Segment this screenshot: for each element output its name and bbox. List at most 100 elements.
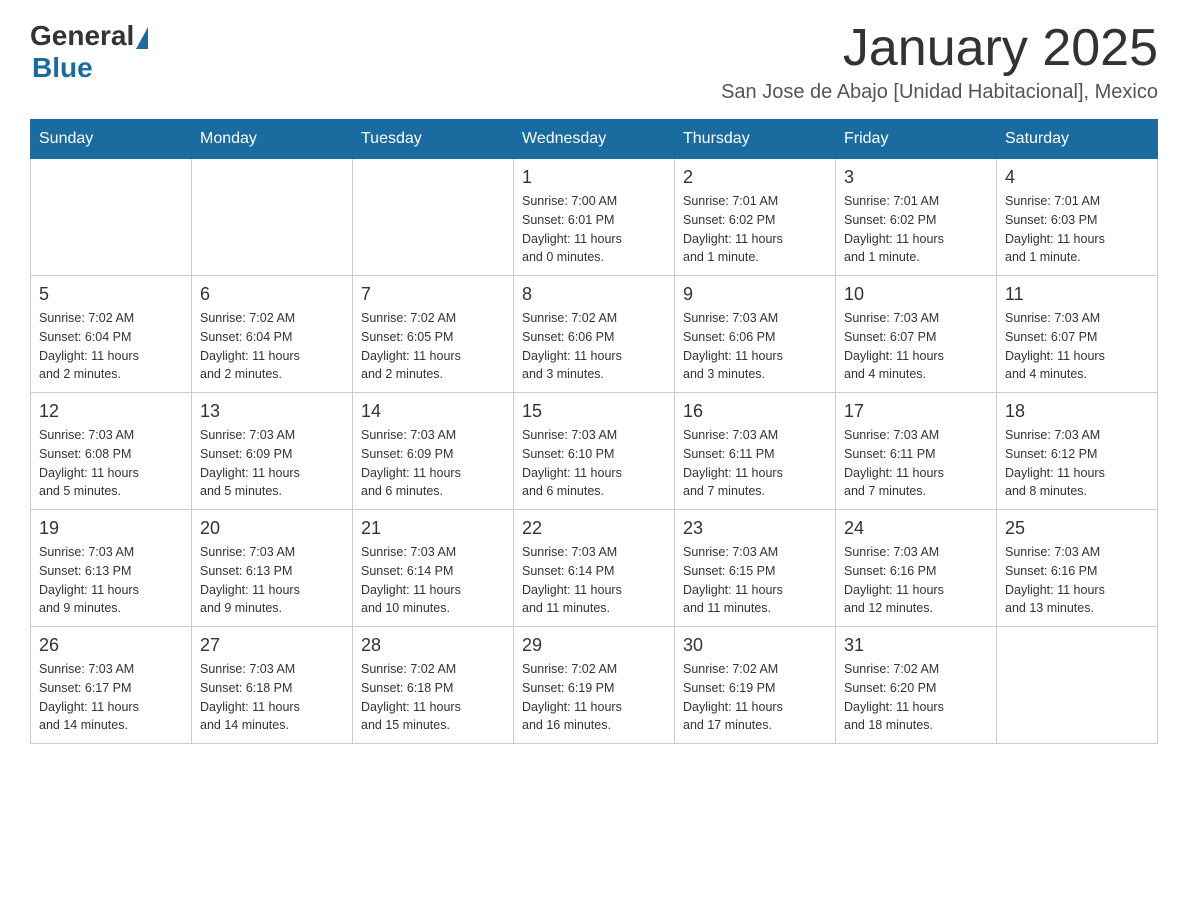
- day-number: 25: [1005, 518, 1149, 539]
- day-info: Sunrise: 7:03 AM Sunset: 6:07 PM Dayligh…: [844, 309, 988, 384]
- column-header-thursday: Thursday: [675, 120, 836, 159]
- page-header: General Blue January 2025 San Jose de Ab…: [30, 20, 1158, 104]
- day-info: Sunrise: 7:02 AM Sunset: 6:19 PM Dayligh…: [683, 660, 827, 735]
- calendar-cell: 15 Sunrise: 7:03 AM Sunset: 6:10 PM Dayli…: [514, 393, 675, 510]
- calendar-cell: [997, 627, 1158, 744]
- logo-triangle-icon: [136, 27, 148, 49]
- day-number: 30: [683, 635, 827, 656]
- day-info: Sunrise: 7:03 AM Sunset: 6:12 PM Dayligh…: [1005, 426, 1149, 501]
- day-info: Sunrise: 7:02 AM Sunset: 6:04 PM Dayligh…: [200, 309, 344, 384]
- day-info: Sunrise: 7:02 AM Sunset: 6:20 PM Dayligh…: [844, 660, 988, 735]
- column-header-friday: Friday: [836, 120, 997, 159]
- day-info: Sunrise: 7:03 AM Sunset: 6:13 PM Dayligh…: [200, 543, 344, 618]
- day-number: 9: [683, 284, 827, 305]
- month-title: January 2025: [721, 20, 1158, 77]
- calendar-cell: 9 Sunrise: 7:03 AM Sunset: 6:06 PM Daylig…: [675, 276, 836, 393]
- calendar-cell: 5 Sunrise: 7:02 AM Sunset: 6:04 PM Daylig…: [31, 276, 192, 393]
- day-number: 1: [522, 167, 666, 188]
- day-number: 14: [361, 401, 505, 422]
- day-number: 6: [200, 284, 344, 305]
- day-number: 11: [1005, 284, 1149, 305]
- day-info: Sunrise: 7:01 AM Sunset: 6:03 PM Dayligh…: [1005, 192, 1149, 267]
- calendar-cell: 21Sunrise: 7:03 AM Sunset: 6:14 PM Dayli…: [353, 510, 514, 627]
- calendar-cell: 11 Sunrise: 7:03 AM Sunset: 6:07 PM Dayli…: [997, 276, 1158, 393]
- day-info: Sunrise: 7:03 AM Sunset: 6:16 PM Dayligh…: [844, 543, 988, 618]
- day-number: 2: [683, 167, 827, 188]
- calendar-week-row: 5 Sunrise: 7:02 AM Sunset: 6:04 PM Daylig…: [31, 276, 1158, 393]
- day-number: 20: [200, 518, 344, 539]
- calendar-cell: 6 Sunrise: 7:02 AM Sunset: 6:04 PM Daylig…: [192, 276, 353, 393]
- column-header-monday: Monday: [192, 120, 353, 159]
- day-info: Sunrise: 7:02 AM Sunset: 6:05 PM Dayligh…: [361, 309, 505, 384]
- calendar-cell: 27 Sunrise: 7:03 AM Sunset: 6:18 PM Dayli…: [192, 627, 353, 744]
- day-number: 23: [683, 518, 827, 539]
- calendar-cell: 14 Sunrise: 7:03 AM Sunset: 6:09 PM Dayli…: [353, 393, 514, 510]
- day-info: Sunrise: 7:02 AM Sunset: 6:19 PM Dayligh…: [522, 660, 666, 735]
- day-info: Sunrise: 7:03 AM Sunset: 6:14 PM Dayligh…: [361, 543, 505, 618]
- day-info: Sunrise: 7:03 AM Sunset: 6:07 PM Dayligh…: [1005, 309, 1149, 384]
- logo: General Blue: [30, 20, 148, 84]
- calendar-cell: 3 Sunrise: 7:01 AM Sunset: 6:02 PM Daylig…: [836, 159, 997, 276]
- calendar-cell: 31Sunrise: 7:02 AM Sunset: 6:20 PM Dayli…: [836, 627, 997, 744]
- column-header-sunday: Sunday: [31, 120, 192, 159]
- day-info: Sunrise: 7:03 AM Sunset: 6:13 PM Dayligh…: [39, 543, 183, 618]
- calendar-week-row: 19 Sunrise: 7:03 AM Sunset: 6:13 PM Dayli…: [31, 510, 1158, 627]
- calendar-cell: 17 Sunrise: 7:03 AM Sunset: 6:11 PM Dayli…: [836, 393, 997, 510]
- calendar-cell: 22 Sunrise: 7:03 AM Sunset: 6:14 PM Dayli…: [514, 510, 675, 627]
- calendar-cell: [353, 159, 514, 276]
- day-info: Sunrise: 7:01 AM Sunset: 6:02 PM Dayligh…: [844, 192, 988, 267]
- day-number: 12: [39, 401, 183, 422]
- calendar-cell: 19 Sunrise: 7:03 AM Sunset: 6:13 PM Dayli…: [31, 510, 192, 627]
- calendar-cell: 7 Sunrise: 7:02 AM Sunset: 6:05 PM Daylig…: [353, 276, 514, 393]
- calendar-week-row: 12 Sunrise: 7:03 AM Sunset: 6:08 PM Dayli…: [31, 393, 1158, 510]
- day-number: 27: [200, 635, 344, 656]
- day-number: 16: [683, 401, 827, 422]
- calendar-cell: 16 Sunrise: 7:03 AM Sunset: 6:11 PM Dayli…: [675, 393, 836, 510]
- day-info: Sunrise: 7:02 AM Sunset: 6:04 PM Dayligh…: [39, 309, 183, 384]
- column-header-tuesday: Tuesday: [353, 120, 514, 159]
- day-info: Sunrise: 7:03 AM Sunset: 6:08 PM Dayligh…: [39, 426, 183, 501]
- day-info: Sunrise: 7:02 AM Sunset: 6:18 PM Dayligh…: [361, 660, 505, 735]
- day-number: 4: [1005, 167, 1149, 188]
- day-info: Sunrise: 7:03 AM Sunset: 6:17 PM Dayligh…: [39, 660, 183, 735]
- calendar-cell: 1 Sunrise: 7:00 AM Sunset: 6:01 PM Daylig…: [514, 159, 675, 276]
- column-header-saturday: Saturday: [997, 120, 1158, 159]
- logo-blue-text: Blue: [32, 52, 93, 84]
- day-info: Sunrise: 7:03 AM Sunset: 6:18 PM Dayligh…: [200, 660, 344, 735]
- logo-general-text: General: [30, 20, 134, 52]
- title-section: January 2025 San Jose de Abajo [Unidad H…: [721, 20, 1158, 104]
- calendar-cell: 30 Sunrise: 7:02 AM Sunset: 6:19 PM Dayli…: [675, 627, 836, 744]
- day-number: 17: [844, 401, 988, 422]
- calendar-cell: 12 Sunrise: 7:03 AM Sunset: 6:08 PM Dayli…: [31, 393, 192, 510]
- day-info: Sunrise: 7:03 AM Sunset: 6:11 PM Dayligh…: [683, 426, 827, 501]
- calendar-week-row: 1 Sunrise: 7:00 AM Sunset: 6:01 PM Daylig…: [31, 159, 1158, 276]
- day-number: 15: [522, 401, 666, 422]
- calendar-cell: 8Sunrise: 7:02 AM Sunset: 6:06 PM Daylig…: [514, 276, 675, 393]
- day-info: Sunrise: 7:03 AM Sunset: 6:14 PM Dayligh…: [522, 543, 666, 618]
- day-info: Sunrise: 7:03 AM Sunset: 6:10 PM Dayligh…: [522, 426, 666, 501]
- day-number: 19: [39, 518, 183, 539]
- calendar-cell: 13Sunrise: 7:03 AM Sunset: 6:09 PM Dayli…: [192, 393, 353, 510]
- day-number: 13: [200, 401, 344, 422]
- calendar-week-row: 26 Sunrise: 7:03 AM Sunset: 6:17 PM Dayli…: [31, 627, 1158, 744]
- day-number: 24: [844, 518, 988, 539]
- day-info: Sunrise: 7:03 AM Sunset: 6:09 PM Dayligh…: [361, 426, 505, 501]
- day-number: 7: [361, 284, 505, 305]
- day-number: 28: [361, 635, 505, 656]
- calendar-cell: 25Sunrise: 7:03 AM Sunset: 6:16 PM Dayli…: [997, 510, 1158, 627]
- calendar-cell: 24 Sunrise: 7:03 AM Sunset: 6:16 PM Dayli…: [836, 510, 997, 627]
- day-number: 5: [39, 284, 183, 305]
- calendar-cell: 2Sunrise: 7:01 AM Sunset: 6:02 PM Daylig…: [675, 159, 836, 276]
- day-number: 3: [844, 167, 988, 188]
- day-info: Sunrise: 7:02 AM Sunset: 6:06 PM Dayligh…: [522, 309, 666, 384]
- day-number: 26: [39, 635, 183, 656]
- calendar-cell: 10Sunrise: 7:03 AM Sunset: 6:07 PM Dayli…: [836, 276, 997, 393]
- day-info: Sunrise: 7:03 AM Sunset: 6:15 PM Dayligh…: [683, 543, 827, 618]
- day-info: Sunrise: 7:03 AM Sunset: 6:06 PM Dayligh…: [683, 309, 827, 384]
- calendar-cell: 29Sunrise: 7:02 AM Sunset: 6:19 PM Dayli…: [514, 627, 675, 744]
- day-info: Sunrise: 7:00 AM Sunset: 6:01 PM Dayligh…: [522, 192, 666, 267]
- calendar-table: SundayMondayTuesdayWednesdayThursdayFrid…: [30, 119, 1158, 744]
- day-number: 22: [522, 518, 666, 539]
- calendar-cell: [31, 159, 192, 276]
- day-info: Sunrise: 7:03 AM Sunset: 6:11 PM Dayligh…: [844, 426, 988, 501]
